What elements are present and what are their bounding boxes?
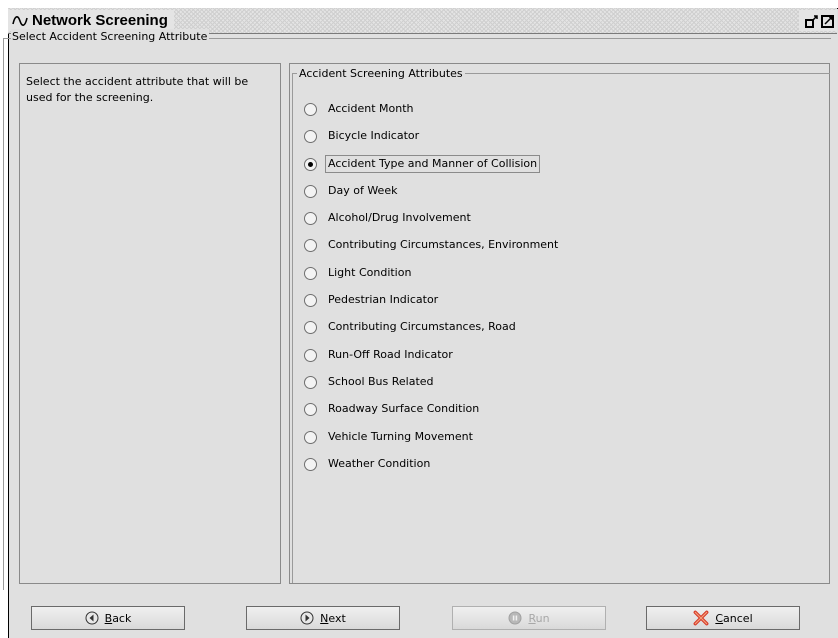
next-button-label: Next — [320, 612, 346, 625]
back-arrow-icon — [85, 611, 99, 625]
radio-label[interactable]: Light Condition — [325, 264, 414, 282]
attributes-group-legend: Accident Screening Attributes — [297, 66, 465, 81]
radio-option[interactable]: Weather Condition — [304, 455, 804, 482]
maximize-icon[interactable] — [821, 14, 835, 28]
run-icon — [508, 611, 522, 625]
cancel-label-rest: ancel — [723, 611, 753, 625]
radio-label[interactable]: Weather Condition — [325, 455, 433, 473]
radio-button[interactable] — [304, 348, 317, 362]
radio-label[interactable]: Contributing Circumstances, Road — [325, 318, 519, 336]
radio-button-selected[interactable] — [304, 157, 317, 171]
radio-button[interactable] — [304, 239, 317, 253]
radio-option[interactable]: School Bus Related — [304, 373, 804, 400]
radio-option[interactable]: Light Condition — [304, 264, 804, 291]
radio-label[interactable]: Bicycle Indicator — [325, 127, 422, 145]
attribute-radio-list: Accident Month Bicycle Indicator Acciden… — [304, 100, 804, 482]
instructions-panel: Select the accident attribute that will … — [19, 63, 281, 584]
radio-label[interactable]: Roadway Surface Condition — [325, 400, 482, 418]
radio-option[interactable]: Vehicle Turning Movement — [304, 428, 804, 455]
radio-option[interactable]: Contributing Circumstances, Road — [304, 318, 804, 345]
cancel-x-icon — [693, 610, 709, 626]
next-button[interactable]: Next — [246, 606, 400, 630]
title-area: Network Screening — [8, 10, 174, 31]
back-button-label: Back — [105, 612, 132, 625]
radio-option[interactable]: Contributing Circumstances, Environment — [304, 236, 804, 263]
radio-button[interactable] — [304, 457, 317, 471]
radio-button[interactable] — [304, 430, 317, 444]
radio-option[interactable]: Accident Month — [304, 100, 804, 127]
radio-label[interactable]: Alcohol/Drug Involvement — [325, 209, 474, 227]
radio-button[interactable] — [304, 321, 317, 335]
radio-label[interactable]: Accident Month — [325, 100, 417, 118]
radio-label[interactable]: Contributing Circumstances, Environment — [325, 236, 561, 254]
radio-button[interactable] — [304, 130, 317, 144]
radio-option[interactable]: Pedestrian Indicator — [304, 291, 804, 318]
undock-icon[interactable] — [805, 14, 819, 28]
cancel-button-label: Cancel — [715, 612, 752, 625]
window-title: Network Screening — [32, 12, 168, 29]
radio-button[interactable] — [304, 403, 317, 417]
radio-label[interactable]: Vehicle Turning Movement — [325, 428, 476, 446]
radio-label[interactable]: Day of Week — [325, 182, 400, 200]
back-button[interactable]: Back — [31, 606, 185, 630]
title-controls — [799, 10, 837, 31]
radio-button[interactable] — [304, 294, 317, 308]
radio-label[interactable]: Accident Type and Manner of Collision — [325, 154, 541, 173]
radio-button[interactable] — [304, 266, 317, 280]
run-mnemonic: R — [528, 611, 536, 625]
radio-button[interactable] — [304, 103, 317, 116]
back-label-rest: ack — [112, 611, 132, 625]
radio-option[interactable]: Bicycle Indicator — [304, 127, 804, 154]
radio-button[interactable] — [304, 212, 317, 226]
next-label-rest: ext — [328, 611, 346, 625]
radio-option[interactable]: Run-Off Road Indicator — [304, 346, 804, 373]
run-button-label: Run — [528, 612, 549, 625]
outer-group-legend: Select Accident Screening Attribute — [11, 29, 210, 44]
radio-option[interactable]: Day of Week — [304, 182, 804, 209]
radio-option[interactable]: Alcohol/Drug Involvement — [304, 209, 804, 236]
cancel-button[interactable]: Cancel — [646, 606, 800, 630]
radio-button[interactable] — [304, 184, 317, 198]
run-button[interactable]: Run — [452, 606, 606, 630]
radio-label[interactable]: Run-Off Road Indicator — [325, 346, 456, 364]
cancel-mnemonic: C — [715, 611, 724, 625]
radio-button[interactable] — [304, 375, 317, 389]
radio-label[interactable]: School Bus Related — [325, 373, 437, 391]
radio-label[interactable]: Pedestrian Indicator — [325, 291, 441, 309]
radio-option[interactable]: Roadway Surface Condition — [304, 400, 804, 427]
instructions-text: Select the accident attribute that will … — [26, 75, 249, 104]
next-arrow-icon — [300, 611, 314, 625]
wave-icon — [12, 15, 28, 26]
run-label-rest: un — [535, 611, 550, 625]
radio-option[interactable]: Accident Type and Manner of Collision — [304, 154, 804, 182]
